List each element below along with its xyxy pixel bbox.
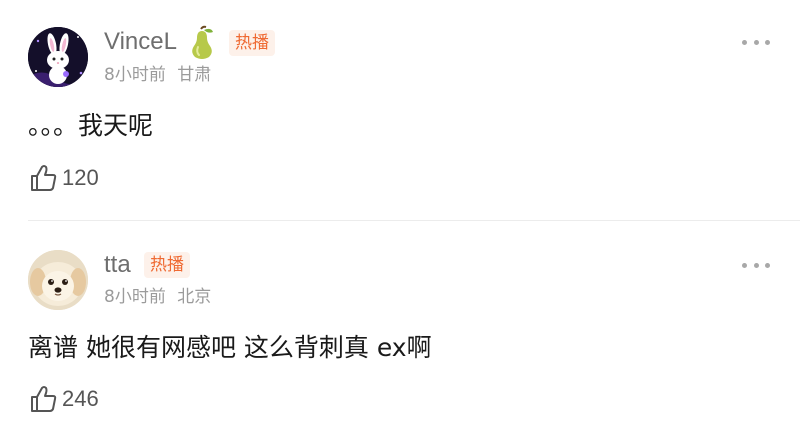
thumbs-up-icon — [31, 386, 57, 412]
comment-item: tta 热播 8小时前 北京 离谱 她很有网感吧 这么背刺真 ex啊 246 — [0, 221, 800, 430]
avatar[interactable] — [28, 250, 88, 310]
hot-tag: 热播 — [229, 30, 275, 56]
pear-icon — [186, 25, 218, 61]
username[interactable]: VinceL — [104, 28, 177, 56]
location: 甘肃 — [177, 65, 212, 85]
comment-text: 离谱 她很有网感吧 这么背刺真 ex啊 — [28, 333, 432, 362]
avatar[interactable] — [28, 27, 88, 87]
hot-tag: 热播 — [144, 252, 190, 278]
location: 北京 — [177, 287, 212, 307]
username[interactable]: tta — [104, 251, 131, 279]
like-count: 246 — [62, 386, 99, 411]
comment-item: VinceL 热播 8小时前 甘肃 。。。我天呢 120 — [0, 0, 800, 221]
puppy-avatar-icon — [28, 250, 88, 310]
timestamp: 8小时前 — [104, 65, 166, 85]
comment-text: 。。。我天呢 — [28, 111, 154, 140]
comment-meta: 8小时前 北京 — [104, 286, 211, 308]
thumbs-up-icon — [31, 165, 57, 191]
more-options-icon[interactable] — [742, 261, 770, 269]
comment-meta: 8小时前 甘肃 — [104, 64, 211, 86]
like-count: 120 — [62, 165, 99, 190]
timestamp: 8小时前 — [104, 287, 166, 307]
like-button[interactable]: 120 — [28, 163, 99, 193]
more-options-icon[interactable] — [742, 38, 770, 46]
bunny-avatar-icon — [28, 27, 88, 87]
like-button[interactable]: 246 — [28, 384, 99, 414]
